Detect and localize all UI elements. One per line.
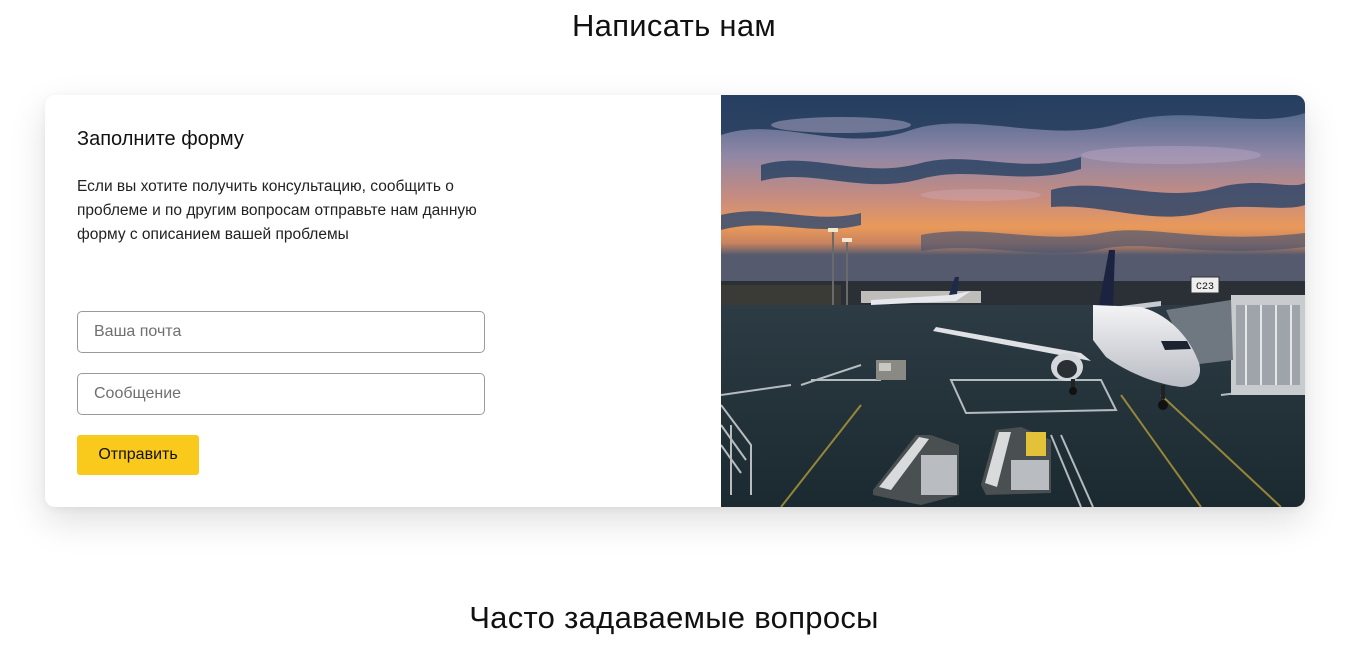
airport-photo-illustration: C23 xyxy=(721,95,1305,507)
form-description: Если вы хотите получить консультацию, со… xyxy=(77,178,477,243)
page: Написать нам Заполните форму Если вы хот… xyxy=(0,0,1348,656)
contact-card: Заполните форму Если вы хотите получить … xyxy=(45,95,1305,507)
gate-sign: C23 xyxy=(1196,282,1214,293)
submit-button[interactable]: Отправить xyxy=(77,435,199,475)
message-field[interactable] xyxy=(77,373,485,415)
email-field[interactable] xyxy=(77,311,485,353)
faq-section-title: Часто задаваемые вопросы xyxy=(469,600,879,635)
airport-photo: C23 xyxy=(721,95,1305,507)
form-heading: Заполните форму xyxy=(77,128,244,150)
contact-section-title: Написать нам xyxy=(571,8,777,43)
contact-form: Заполните форму Если вы хотите получить … xyxy=(45,95,721,507)
